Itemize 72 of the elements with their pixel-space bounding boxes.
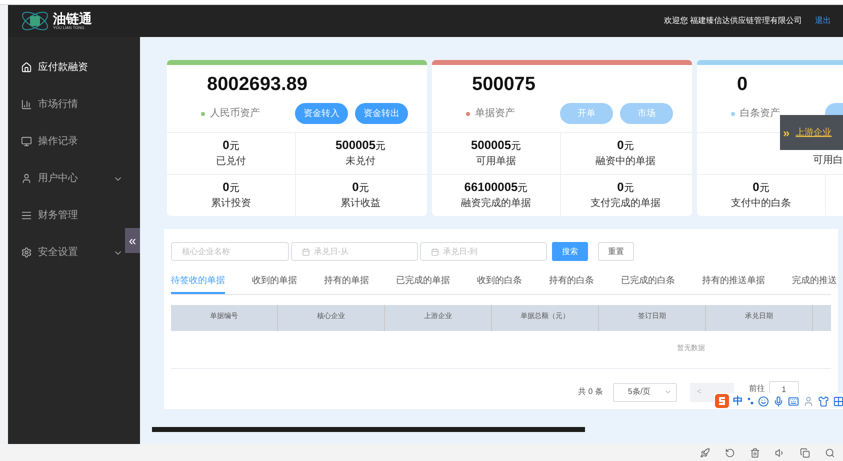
- home-icon: [21, 62, 32, 73]
- sidebar-item[interactable]: 财务管理: [8, 197, 125, 234]
- copy-icon[interactable]: [800, 448, 810, 458]
- ime-mode[interactable]: 中: [733, 394, 743, 408]
- chevron-icon: [664, 388, 672, 396]
- stat-label: 可用白: [813, 154, 843, 168]
- sidebar-item[interactable]: 安全设置: [8, 234, 125, 271]
- logo-title: 油链通: [53, 12, 92, 25]
- tab[interactable]: 收到的白条: [477, 272, 522, 294]
- reset-button[interactable]: 重置: [598, 242, 634, 261]
- rotate-icon[interactable]: [725, 448, 735, 458]
- total-count: 共 0 条: [578, 386, 603, 398]
- goto-label: 前往: [748, 383, 765, 395]
- stat-value: 500005元: [470, 138, 522, 154]
- flyout-tab[interactable]: » 上游企业: [780, 115, 843, 150]
- asset-label: 白条资产: [740, 106, 781, 121]
- asset-amount: 0: [737, 73, 749, 97]
- stat-value: 0元: [617, 180, 634, 196]
- sidebar-item[interactable]: 应付款融资: [8, 49, 125, 86]
- stat-label: 融资中的单据: [596, 154, 656, 169]
- search-icon[interactable]: [825, 448, 835, 458]
- stat-value: 0元: [617, 138, 634, 154]
- stat-label: 累计收益: [340, 196, 380, 211]
- stat-label: 已兑付: [216, 154, 246, 169]
- flyout-link[interactable]: 上游企业: [796, 126, 832, 140]
- stat-label: 支付完成的单据: [590, 196, 660, 211]
- tab[interactable]: 已完成的白条: [621, 272, 675, 294]
- welcome-text: 欢迎您 福建臻信达供应链管理有限公司: [664, 15, 802, 27]
- asset-label: 人民币资产: [210, 106, 261, 121]
- stat-value: 0元: [222, 180, 240, 196]
- microphone-icon[interactable]: [773, 396, 784, 406]
- user-icon: [21, 173, 32, 184]
- tab[interactable]: 收到的单据: [252, 272, 297, 294]
- stat-value: 500005元: [335, 138, 386, 154]
- calendar-icon: [431, 248, 439, 256]
- stat-label: 可用单据: [476, 154, 516, 169]
- keyboard-icon[interactable]: [788, 396, 799, 406]
- calendar-icon: [302, 248, 310, 256]
- emoji-icon[interactable]: [758, 396, 769, 406]
- double-chevron-icon: »: [783, 126, 790, 138]
- speaker-icon[interactable]: [775, 448, 785, 458]
- collapse-button[interactable]: «: [125, 228, 140, 253]
- sidebar-item[interactable]: 操作记录: [8, 123, 125, 160]
- stat-label: 支付中的白条: [731, 196, 791, 211]
- page-size-select[interactable]: 5条/页: [612, 382, 677, 402]
- asset-amount: 8002693.89: [207, 73, 308, 97]
- tab[interactable]: 持有的白条: [549, 272, 594, 294]
- logout-link[interactable]: 退出: [815, 15, 831, 27]
- shirt-icon[interactable]: [818, 396, 829, 406]
- stat-value: 0元: [222, 138, 240, 154]
- stat-value: 0元: [752, 180, 770, 196]
- tab[interactable]: 持有的单据: [324, 272, 369, 294]
- stat-label: 未兑付: [346, 154, 376, 169]
- sidebar-item[interactable]: 市场行情: [8, 86, 125, 123]
- settings-icon: [21, 247, 32, 258]
- sidebar-item[interactable]: 用户中心: [8, 160, 125, 197]
- punctuation-icon[interactable]: [747, 396, 754, 406]
- grid-icon[interactable]: [833, 396, 843, 406]
- stat-label: 融资完成的单据: [461, 196, 531, 211]
- stat-value: 0元: [352, 180, 369, 196]
- stat-label: 累计投资: [211, 196, 251, 211]
- tab[interactable]: 完成的推送: [792, 272, 837, 294]
- tab[interactable]: 持有的推送单据: [702, 272, 765, 294]
- tab[interactable]: 已完成的单据: [396, 272, 450, 294]
- stat-value: 66100005元: [464, 180, 528, 196]
- list-icon: [21, 210, 32, 221]
- asset-label: 单据资产: [475, 106, 516, 121]
- trash-icon[interactable]: [750, 448, 760, 458]
- bar-chart-icon: [21, 99, 32, 110]
- monitor-icon: [21, 136, 32, 147]
- rocket-icon[interactable]: [700, 448, 710, 458]
- asset-amount: 500075: [472, 73, 536, 97]
